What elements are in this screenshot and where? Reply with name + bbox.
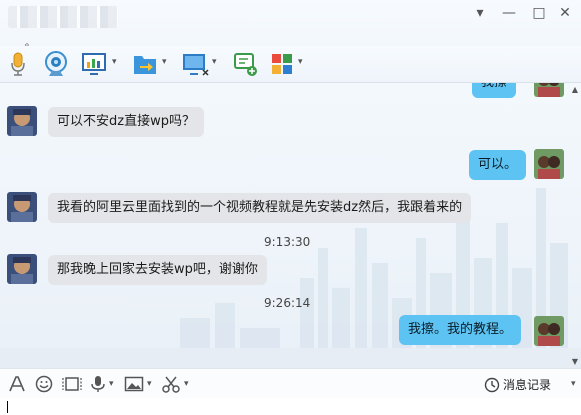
remote-desktop-dropdown-arrow[interactable]: ▾ [212,57,217,67]
webcam-icon[interactable] [43,50,69,78]
message-bubble-incoming[interactable]: 我看的阿里云里面找到的一个视频教程就是先安装dz然后，我跟着来的 [48,193,472,223]
scissors-icon[interactable] [161,375,181,393]
contact-avatar[interactable] [7,254,37,284]
self-avatar[interactable] [534,83,564,97]
emoji-icon[interactable] [35,375,53,393]
message-bubble-outgoing[interactable]: 我擦。我的教程。 [399,315,522,345]
microphone-icon[interactable] [8,50,28,78]
message-bubble-outgoing[interactable]: 可以。 [469,150,527,180]
message-timestamp: 9:26:14 [264,296,311,310]
self-avatar[interactable] [534,149,564,179]
message-history-button[interactable]: 消息记录 [503,376,551,393]
screenshot-gif-icon[interactable] [62,375,82,393]
close-button[interactable]: ✕ [553,2,577,24]
title-bar: 。 ▾ — □ ✕ [0,0,581,49]
input-toolbar: ▾ ▾ ▾ 消息记录 ▾ [0,368,581,399]
screen-share-icon[interactable] [81,50,107,78]
message-bubble-incoming[interactable]: 可以不安dz直接wp吗？ [48,107,204,137]
chat-scrollbar[interactable]: ▲ ▼ [569,83,581,368]
contact-avatar[interactable] [7,192,37,222]
scroll-down-arrow[interactable]: ▼ [572,357,578,366]
chat-toolbar: ▾ ▾ ▾ ▾ [0,46,581,83]
scroll-up-arrow[interactable]: ▲ [572,85,578,94]
send-file-dropdown-arrow[interactable]: ▾ [162,57,167,67]
contact-name-blurred [8,6,118,28]
self-avatar[interactable] [534,316,564,346]
contact-avatar[interactable] [7,106,37,136]
apps-dropdown-arrow[interactable]: ▾ [298,57,303,67]
voice-message-icon[interactable] [90,375,106,393]
voice-dropdown-arrow[interactable]: ▾ [109,379,114,389]
add-comment-icon[interactable] [233,50,259,78]
minimize-button[interactable]: — [497,2,521,24]
screenshot-dropdown-arrow[interactable]: ▾ [184,379,189,389]
send-file-icon[interactable] [132,50,158,78]
image-icon[interactable] [124,375,144,393]
screen-share-dropdown-arrow[interactable]: ▾ [112,57,117,67]
image-dropdown-arrow[interactable]: ▾ [147,379,152,389]
message-input[interactable] [0,398,581,415]
message-history-dropdown-arrow[interactable]: ▾ [571,379,576,389]
clock-icon[interactable] [484,376,500,394]
window-menu-button[interactable]: ▾ [468,2,492,24]
message-timestamp: 9:13:30 [264,235,311,249]
chat-history[interactable]: 我擦 可以不安dz直接wp吗？ 可以。 我看的阿里云里面找到的一个视频教程就是先… [0,83,581,368]
message-bubble-outgoing[interactable]: 我擦 [472,83,517,98]
remote-desktop-icon[interactable] [181,50,209,78]
font-icon[interactable] [8,375,26,393]
message-bubble-incoming[interactable]: 那我晚上回家去安装wp吧，谢谢你 [48,255,267,285]
apps-icon[interactable] [270,50,294,78]
text-caret [7,401,8,413]
maximize-button[interactable]: □ [527,2,551,24]
